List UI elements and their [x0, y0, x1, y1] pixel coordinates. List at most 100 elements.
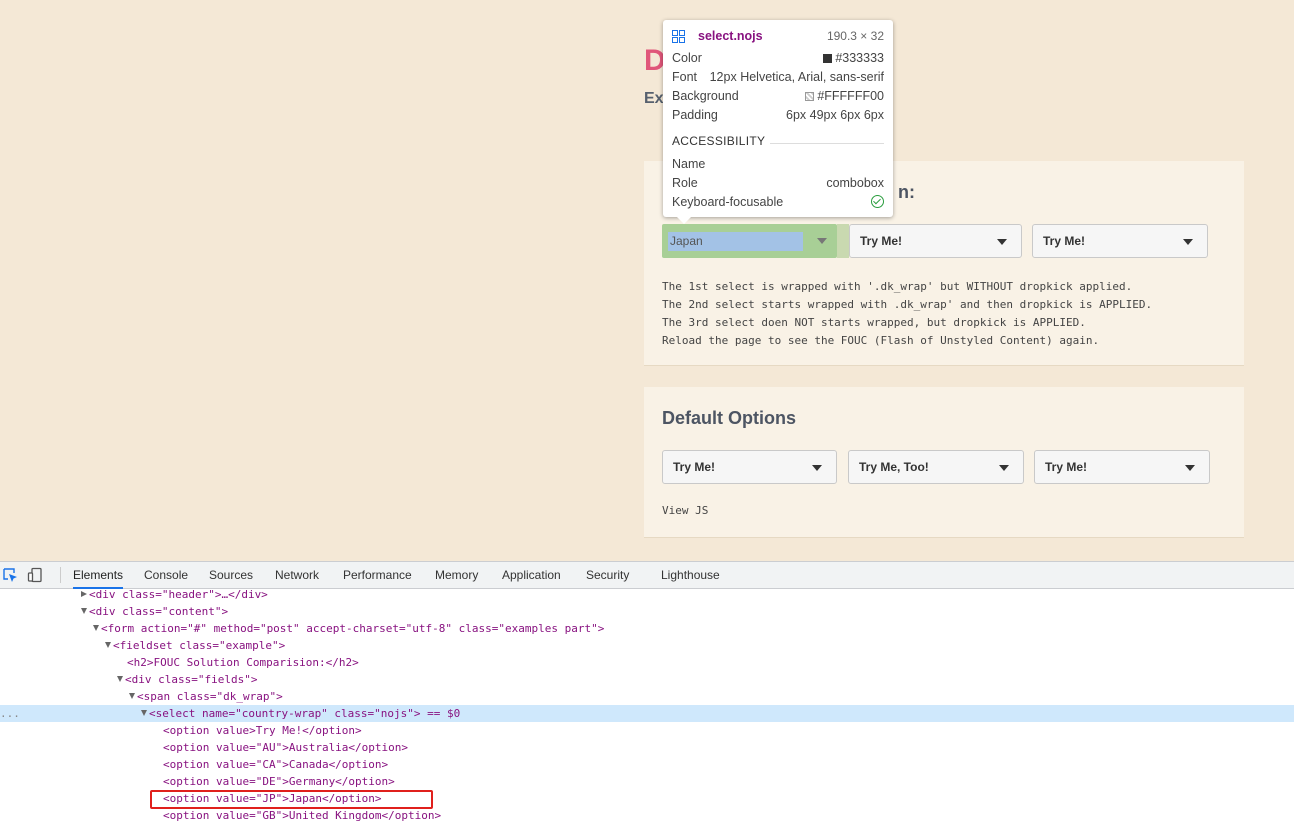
tab-memory[interactable]: Memory [435, 562, 478, 589]
row-key: Padding [672, 108, 718, 122]
row-value: 12px Helvetica, Arial, sans-serif [709, 70, 884, 84]
select-value: Japan [668, 232, 803, 251]
dom-line[interactable]: <option value="CA">Canada</option> [0, 756, 1294, 773]
dom-line[interactable]: <option value="DE">Germany</option> [0, 773, 1294, 790]
row-key: Role [672, 176, 698, 190]
chevron-down-icon [812, 465, 822, 471]
row-key: Font [672, 70, 698, 84]
fieldset-title: n: [898, 182, 915, 202]
collapse-arrow-icon[interactable] [105, 642, 111, 648]
tooltip-row-name: Name [672, 155, 884, 173]
dom-line-text: <span class="dk_wrap"> [137, 690, 283, 703]
color-value: #333333 [835, 51, 884, 65]
tab-application[interactable]: Application [502, 562, 561, 589]
background-value: #FFFFFF00 [817, 89, 884, 103]
inspect-element-icon[interactable] [2, 567, 18, 583]
view-js-link[interactable]: View JS [662, 504, 708, 517]
collapse-arrow-icon[interactable] [93, 625, 99, 631]
dom-tree: <div class="header">…</div> <div class="… [0, 586, 1294, 827]
row-key: Name [672, 157, 706, 171]
dom-line-text: <div class="content"> [89, 605, 229, 618]
tooltip-selector: select.nojs [698, 29, 763, 43]
toolbar-divider [60, 567, 61, 583]
fouc-description: The 1st select is wrapped with '.dk_wrap… [662, 278, 1152, 350]
padding-highlight [837, 224, 849, 258]
tab-console[interactable]: Console [144, 562, 188, 589]
dom-line[interactable]: <div class="fields"> [0, 671, 1294, 688]
inspect-tooltip: select.nojs 190.3 × 32 Color #333333 Fon… [663, 20, 893, 224]
grid-icon [672, 30, 685, 43]
tab-performance[interactable]: Performance [343, 562, 412, 589]
tooltip-row-color: Color #333333 [672, 49, 884, 67]
accessibility-label: ACCESSIBILITY [672, 134, 766, 148]
dom-line[interactable]: <h2>FOUC Solution Comparision:</h2> [0, 654, 1294, 671]
dom-line-selected[interactable]: ... <select name="country-wrap" class="no… [0, 705, 1294, 722]
tooltip-row-background: Background #FFFFFF00 [672, 87, 884, 105]
dom-line[interactable]: <option value="GB">United Kingdom</optio… [0, 807, 1294, 824]
dom-line-text: <h2>FOUC Solution Comparision:</h2> [127, 656, 359, 669]
collapse-arrow-icon[interactable] [117, 676, 123, 682]
chevron-down-icon [1183, 239, 1193, 245]
dom-line-text: <div class="header">…</div> [89, 588, 268, 601]
dom-line[interactable]: <option value>Try Me!</option> [0, 722, 1294, 739]
expand-arrow-icon[interactable] [81, 591, 87, 597]
dom-line[interactable]: <div class="header">…</div> [0, 586, 1294, 603]
tab-elements[interactable]: Elements [73, 562, 124, 589]
dom-line[interactable]: <form action="#" method="post" accept-ch… [0, 620, 1294, 637]
row-value: #FFFFFF00 [805, 87, 884, 105]
collapse-arrow-icon[interactable] [141, 710, 147, 716]
select-label: Try Me! [673, 460, 716, 474]
chevron-down-icon [1185, 465, 1195, 471]
default-select-2[interactable]: Try Me, Too! [848, 450, 1024, 484]
dom-line-text: <option value="DE">Germany</option> [163, 775, 395, 788]
check-icon [871, 195, 884, 208]
color-swatch [805, 92, 815, 101]
default-select-1[interactable]: Try Me! [662, 450, 837, 484]
dom-line-text: <div class="fields"> [125, 673, 258, 686]
row-value: 6px 49px 6px 6px [786, 108, 884, 122]
dom-line-text: <option value>Try Me!</option> [163, 724, 362, 737]
collapse-arrow-icon[interactable] [129, 693, 135, 699]
chevron-down-icon [817, 238, 827, 244]
tab-network[interactable]: Network [275, 562, 319, 589]
page-subtitle: Ex [644, 90, 664, 107]
accessibility-heading: ACCESSIBILITY [672, 134, 884, 152]
dom-line[interactable]: <option value="AU">Australia</option> [0, 739, 1294, 756]
page-content: D Ex n: Japan Try Me! Try Me! The 1st se… [0, 0, 1294, 561]
country-wrap-select[interactable]: Japan [662, 224, 837, 258]
tab-sources[interactable]: Sources [209, 562, 253, 589]
devtools-tabbar: Elements Console Sources Network Perform… [0, 562, 1294, 589]
dom-line[interactable]: <div class="content"> [0, 603, 1294, 620]
dom-line-text: <option value="AU">Australia</option> [163, 741, 409, 754]
device-toolbar-icon[interactable] [27, 567, 43, 583]
tooltip-size: 190.3 × 32 [826, 29, 884, 43]
row-key: Keyboard-focusable [672, 195, 784, 209]
selected-marker: ... [0, 707, 20, 720]
dom-line[interactable]: <fieldset class="example"> [0, 637, 1294, 654]
tooltip-header: select.nojs 190.3 × 32 [672, 27, 884, 45]
desc-line: The 1st select is wrapped with '.dk_wrap… [662, 280, 1133, 293]
dropkick-select-3[interactable]: Try Me! [1032, 224, 1208, 258]
select-label: Try Me! [1045, 460, 1088, 474]
default-options-fieldset: Default Options Try Me! Try Me, Too! Try… [644, 387, 1244, 538]
dom-line[interactable]: <span class="dk_wrap"> [0, 688, 1294, 705]
tooltip-row-role: Role combobox [672, 174, 884, 192]
default-select-3[interactable]: Try Me! [1034, 450, 1210, 484]
divider [770, 143, 884, 144]
dom-line-text: <fieldset class="example"> [113, 639, 286, 652]
devtools-panel: Elements Console Sources Network Perform… [0, 561, 1294, 827]
row-value: combobox [826, 176, 884, 190]
select-label: Try Me, Too! [859, 460, 929, 474]
dom-line-text: <select name="country-wrap" class="nojs"… [149, 707, 461, 720]
row-key: Color [672, 51, 702, 65]
collapse-arrow-icon[interactable] [81, 608, 87, 614]
dom-line-text: <option value="GB">United Kingdom</optio… [163, 809, 442, 822]
tab-lighthouse[interactable]: Lighthouse [661, 562, 720, 589]
tooltip-row-focusable: Keyboard-focusable [672, 193, 884, 211]
annotation-highlight-box [150, 790, 433, 809]
tab-security[interactable]: Security [586, 562, 629, 589]
dropkick-select-2[interactable]: Try Me! [849, 224, 1022, 258]
desc-line: The 2nd select starts wrapped with .dk_w… [662, 298, 1153, 311]
select-label: Try Me! [860, 234, 903, 248]
desc-line: The 3rd select doen NOT starts wrapped, … [662, 316, 1086, 329]
